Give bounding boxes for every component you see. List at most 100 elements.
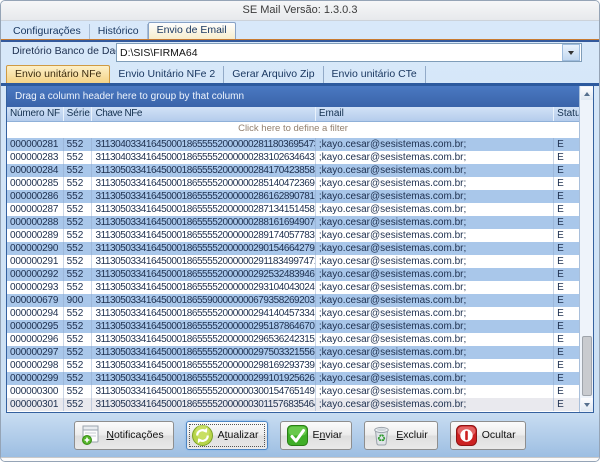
cell-numero-nf: 000000298 xyxy=(7,359,64,372)
cell-status: E xyxy=(554,398,579,411)
table-row[interactable]: 0000002985523113050334164500018655552000… xyxy=(7,359,579,372)
cell-email: ;kayo.cesar@sesistemas.com.br; xyxy=(316,229,554,242)
subtab-envio-unitario-nfe-2[interactable]: Envio Unitário NFe 2 xyxy=(110,66,224,83)
column-header-chave-nfe[interactable]: Chave NFe xyxy=(92,107,315,121)
app-window: SE Mail Versão: 1.3.0.3 ConfiguraçõesHis… xyxy=(0,0,600,462)
cell-serie: 552 xyxy=(64,359,93,372)
table-row[interactable]: 0000002925523113050334164500018655552000… xyxy=(7,268,579,281)
cell-serie: 552 xyxy=(64,385,93,398)
excluir-button[interactable]: ♻Excluir xyxy=(364,421,438,450)
subtab-envio-unitario-nfe[interactable]: Envio unitário NFe xyxy=(6,65,110,83)
tab-configuracoes[interactable]: Configurações xyxy=(5,24,90,39)
cell-serie: 552 xyxy=(64,320,93,333)
table-row[interactable]: 0000006799003113050334164500018655900000… xyxy=(7,294,579,307)
cell-serie: 552 xyxy=(64,398,93,411)
filter-hint: Click here to define a filter xyxy=(238,123,348,134)
cell-chave-nfe: 3113050334164500018655552000000297503321… xyxy=(92,346,315,359)
filter-row[interactable]: Click here to define a filter xyxy=(7,122,579,136)
cell-email: ;kayo.cesar@sesistemas.com.br; xyxy=(316,268,554,281)
cell-chave-nfe: 3113050334164500018655552000000290154664… xyxy=(92,242,315,255)
tab-historico[interactable]: Histórico xyxy=(90,24,148,39)
cell-chave-nfe: 3113050334164500018655552000000287134151… xyxy=(92,203,315,216)
scrollbar-thumb[interactable] xyxy=(582,336,592,396)
cell-email: ;kayo.cesar@sesistemas.com.br; xyxy=(316,151,554,164)
column-header-serie[interactable]: Série xyxy=(64,107,93,121)
grid-header: Número NFSérieChave NFeEmailStatus xyxy=(7,107,579,122)
table-row[interactable]: 0000002965523113050334164500018655552000… xyxy=(7,333,579,346)
atualizar-button[interactable]: Atualizar xyxy=(186,421,269,450)
cell-status: E xyxy=(554,372,579,385)
window-footer-strip xyxy=(1,457,599,461)
table-row[interactable]: 0000002955523113050334164500018655552000… xyxy=(7,320,579,333)
combobox-value: D:\SIS\FIRMA64 xyxy=(117,47,561,59)
database-directory-combobox[interactable]: D:\SIS\FIRMA64 xyxy=(116,43,582,62)
cell-status: E xyxy=(554,164,579,177)
notificacoes-button[interactable]: Notificações xyxy=(74,421,173,450)
combobox-dropdown-button[interactable] xyxy=(562,44,580,61)
cell-status: E xyxy=(554,229,579,242)
table-row[interactable]: 0000002995523113050334164500018655552000… xyxy=(7,372,579,385)
cell-chave-nfe: 3113050334164500018655552000000292532483… xyxy=(92,268,315,281)
table-row[interactable]: 0000002875523113050334164500018655552000… xyxy=(7,203,579,216)
table-row[interactable]: 0000002895523113050334164500018655552000… xyxy=(7,229,579,242)
cell-status: E xyxy=(554,138,579,151)
cell-email: ;kayo.cesar@sesistemas.com.br; xyxy=(316,190,554,203)
cell-numero-nf: 000000679 xyxy=(7,294,64,307)
column-header-email[interactable]: Email xyxy=(316,107,554,121)
table-row[interactable]: 0000002885523113050334164500018655552000… xyxy=(7,216,579,229)
subtab-envio-unitario-cte[interactable]: Envio unitário CTe xyxy=(324,66,426,83)
column-header-status[interactable]: Status xyxy=(554,107,579,121)
cell-chave-nfe: 3113050334164500018655552000000301157683… xyxy=(92,398,315,411)
table-row[interactable]: 0000003005523113050334164500018655552000… xyxy=(7,385,579,398)
tab-envio-de-email[interactable]: Envio de Email xyxy=(148,22,236,40)
table-row[interactable]: 0000002915523113050334164500018655552000… xyxy=(7,255,579,268)
button-label: Excluir xyxy=(396,429,428,441)
table-row[interactable]: 0000002855523113050334164500018655552000… xyxy=(7,177,579,190)
cell-email: ;kayo.cesar@sesistemas.com.br; xyxy=(316,216,554,229)
table-row[interactable]: 0000002865523113050334164500018655552000… xyxy=(7,190,579,203)
group-by-panel[interactable]: Drag a column header here to group by th… xyxy=(7,86,579,107)
grid-vscrollbar[interactable] xyxy=(579,86,593,412)
table-row[interactable]: 0000003015523113050334164500018655552000… xyxy=(7,398,579,411)
cell-status: E xyxy=(554,242,579,255)
title-bar[interactable]: SE Mail Versão: 1.3.0.3 xyxy=(1,1,599,21)
cell-status: E xyxy=(554,307,579,320)
subtab-gerar-arquivo-zip[interactable]: Gerar Arquivo Zip xyxy=(224,66,323,83)
cell-email: ;kayo.cesar@sesistemas.com.br; xyxy=(316,164,554,177)
screenshot-stage: SE Mail Versão: 1.3.0.3 ConfiguraçõesHis… xyxy=(0,0,600,462)
cell-email: ;kayo.cesar@sesistemas.com.br; xyxy=(316,398,554,411)
cell-email: ;kayo.cesar@sesistemas.com.br; xyxy=(316,385,554,398)
cell-serie: 552 xyxy=(64,372,93,385)
cell-chave-nfe: 3113050334164500018655552000000296536242… xyxy=(92,333,315,346)
cell-status: E xyxy=(554,216,579,229)
cell-numero-nf: 000000301 xyxy=(7,398,64,411)
chevron-down-icon xyxy=(584,403,590,407)
table-row[interactable]: 0000002905523113050334164500018655552000… xyxy=(7,242,579,255)
cell-status: E xyxy=(554,151,579,164)
scroll-up-button[interactable] xyxy=(581,87,593,100)
cell-numero-nf: 000000285 xyxy=(7,177,64,190)
cell-serie: 552 xyxy=(64,138,93,151)
power-icon xyxy=(455,423,479,447)
cell-status: E xyxy=(554,385,579,398)
table-row[interactable]: 0000002845523113050334164500018655552000… xyxy=(7,164,579,177)
table-row[interactable]: 0000002935523113050334164500018655552000… xyxy=(7,281,579,294)
enviar-button[interactable]: Enviar xyxy=(280,421,352,450)
cell-numero-nf: 000000287 xyxy=(7,203,64,216)
cell-serie: 552 xyxy=(64,151,93,164)
column-header-numero-nf[interactable]: Número NF xyxy=(7,107,64,121)
cell-status: E xyxy=(554,346,579,359)
cell-chave-nfe: 3113050334164500018655552000000284170423… xyxy=(92,164,315,177)
ocultar-button[interactable]: Ocultar xyxy=(450,421,526,450)
cell-chave-nfe: 3113050334164500018655552000000285140472… xyxy=(92,177,315,190)
cell-chave-nfe: 3113050334164500018655552000000295187864… xyxy=(92,320,315,333)
button-bar: Notificações Atualizar Enviar ♻Excluir Ocult… xyxy=(1,413,599,457)
cell-chave-nfe: 3113050334164500018655552000000293104043… xyxy=(92,281,315,294)
scroll-down-button[interactable] xyxy=(581,398,593,411)
table-row[interactable]: 0000002945523113050334164500018655552000… xyxy=(7,307,579,320)
table-row[interactable]: 0000002975523113050334164500018655552000… xyxy=(7,346,579,359)
cell-numero-nf: 000000290 xyxy=(7,242,64,255)
table-row[interactable]: 0000002815523113040334164500018655552000… xyxy=(7,138,579,151)
cell-numero-nf: 000000291 xyxy=(7,255,64,268)
table-row[interactable]: 0000002835523113040334164500018655552000… xyxy=(7,151,579,164)
